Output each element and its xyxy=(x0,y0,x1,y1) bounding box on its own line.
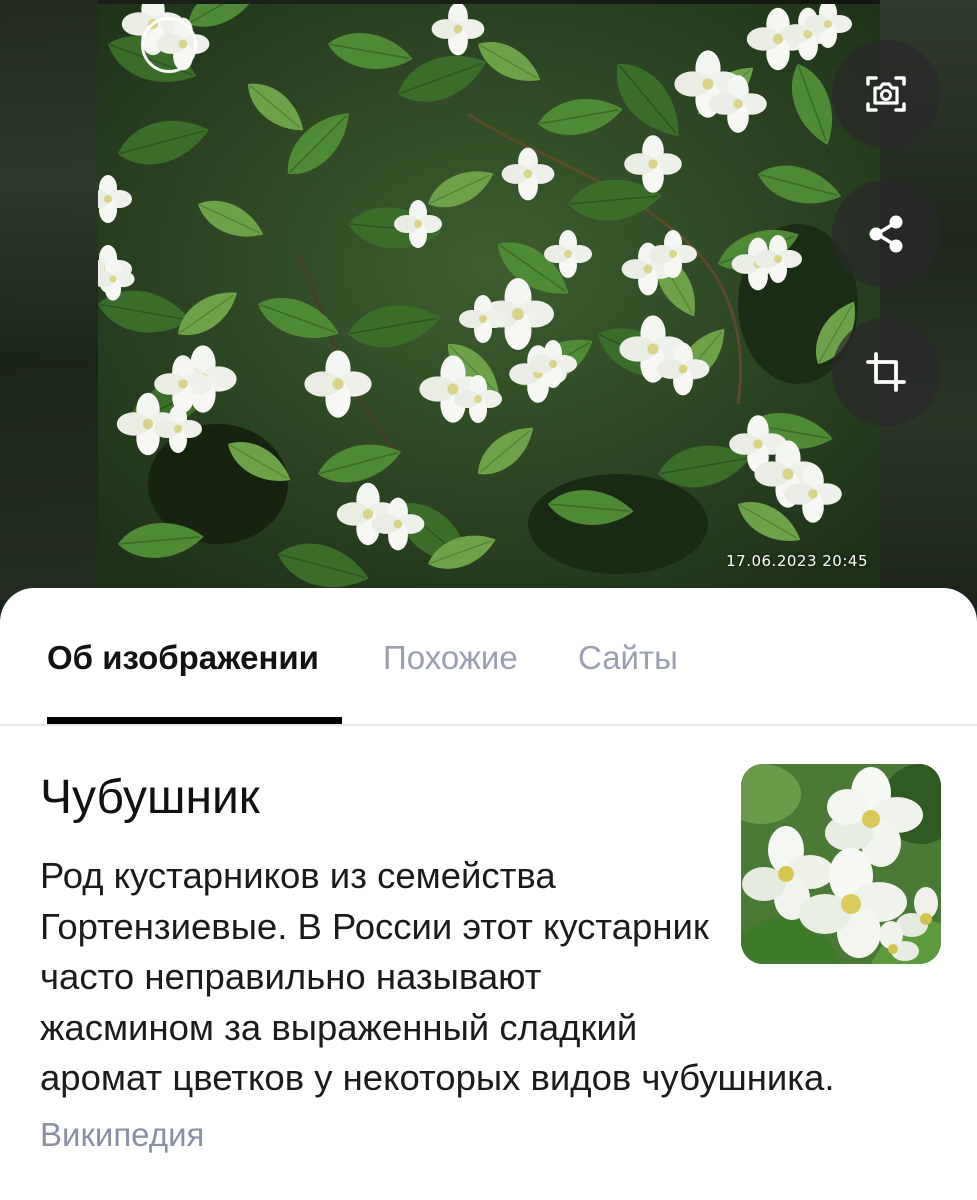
crop-button[interactable] xyxy=(832,318,940,426)
crop-icon xyxy=(866,352,906,392)
tab-sites[interactable]: Сайты xyxy=(578,638,678,678)
search-photo[interactable]: 17.06.2023 20:45 xyxy=(98,4,880,588)
philadelphus-flowers-thumbnail xyxy=(741,764,941,964)
tab-about-image[interactable]: Об изображении xyxy=(47,638,319,678)
photo-timestamp: 17.06.2023 20:45 xyxy=(726,552,868,570)
tab-bar: Об изображении Похожие Сайты xyxy=(0,588,977,726)
result-sheet: Об изображении Похожие Сайты Чубушник Ро… xyxy=(0,588,977,1200)
share-icon xyxy=(869,215,903,253)
tab-similar[interactable]: Похожие xyxy=(383,638,518,678)
source-link[interactable]: Википедия xyxy=(40,1113,204,1157)
share-button[interactable] xyxy=(832,180,940,288)
result-title: Чубушник xyxy=(40,771,260,824)
active-tab-indicator xyxy=(47,717,342,724)
result-thumbnail[interactable] xyxy=(741,764,941,964)
jasmine-shrub-image xyxy=(98,4,880,588)
blurred-edge-left xyxy=(0,0,98,600)
camera-lens-icon xyxy=(866,76,906,112)
camera-search-button[interactable] xyxy=(832,40,940,148)
photo-background: 17.06.2023 20:45 xyxy=(0,0,977,600)
focus-point-marker[interactable] xyxy=(141,17,197,73)
